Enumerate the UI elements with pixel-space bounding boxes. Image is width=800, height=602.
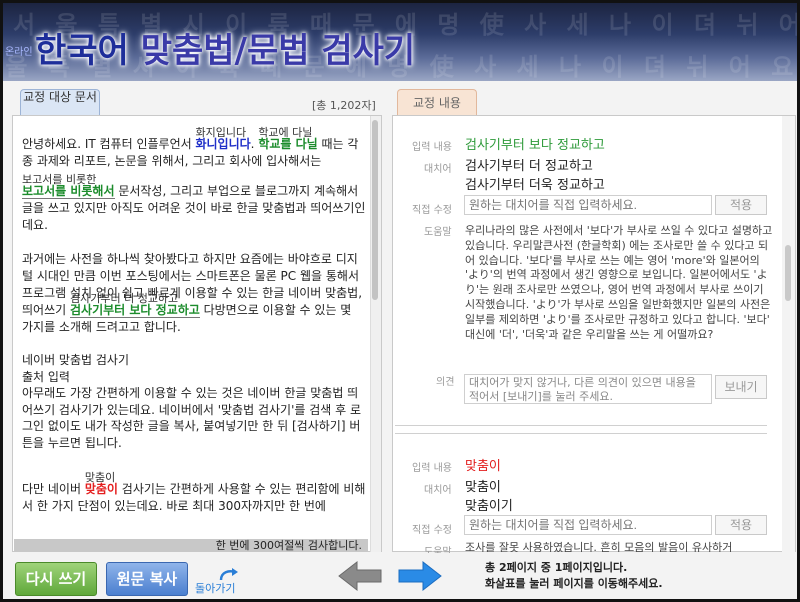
tab-corrections[interactable]: 교정 내용 [397, 89, 477, 117]
label-direct-edit: 직접 수정 [412, 205, 452, 216]
page-info-line-2: 화살표를 눌러 페이지를 이동해주세요. [485, 577, 663, 590]
tab-source-document[interactable]: 교정 대상 문서 [20, 89, 100, 117]
tooltip: 한 번에 300여절씩 검사합니다. [14, 539, 368, 552]
section-divider [395, 433, 767, 434]
text-paragraph: 아무래도 가장 간편하게 이용할 수 있는 것은 네이버 한글 맞춤법 띄어쓰기… [22, 386, 362, 450]
brand-label: 온라인 [5, 47, 33, 58]
error-word-3[interactable]: 보고서를 비롯한 보고서를 비롯해서 [22, 173, 115, 199]
page-info: 총 2페이지 중 1페이지입니다. 화살표를 눌러 페이지를 이동해주세요. [485, 560, 735, 592]
label-help: 도움말 [424, 227, 452, 238]
item1-replace-option-1[interactable]: 검사기부터 더 정교하고 [465, 155, 593, 174]
char-count: [총 1,202자] [312, 99, 376, 112]
item2-direct-edit-input[interactable] [464, 515, 712, 535]
label-input: 입력 내용 [412, 463, 452, 474]
text-segment: 다만 네이버 [22, 481, 85, 496]
back-label: 돌아가기 [195, 582, 236, 595]
next-page-arrow-icon[interactable] [397, 560, 443, 592]
item1-direct-edit-input[interactable] [464, 195, 712, 215]
item1-input: 검사기부터 보다 정교하고 [465, 138, 605, 153]
item1-apply-button[interactable]: 적용 [715, 195, 767, 215]
right-scrollbar-thumb[interactable] [785, 245, 791, 301]
item2-apply-button[interactable]: 적용 [715, 515, 767, 535]
title-part-2: 맞춤법/문법 검사기 [140, 31, 416, 71]
text-line: 네이버 맞춤법 검사기 [22, 353, 129, 367]
suggestion-1: 화지입니다 [195, 126, 247, 139]
error-word-2[interactable]: 학교에 다닐 학교를 다닐 [258, 126, 317, 151]
copy-original-button[interactable]: 원문 복사 [106, 562, 188, 596]
item1-opinion-input[interactable]: 대치어가 맞지 않거나, 다른 의견이 있으면 내용을 적어서 [보내기]를 눌… [464, 374, 712, 404]
error-word-1[interactable]: 화지입니다 화니입니다 [195, 126, 250, 151]
app-window: 서 울 특 별 시 이 륙 때 문 에 명 使 사 세 나 이 뎌 뉘 어 요 … [0, 0, 800, 602]
header-banner: 서 울 특 별 시 이 륙 때 문 에 명 使 사 세 나 이 뎌 뉘 어 요 … [3, 3, 797, 81]
label-opinion: 의견 [436, 377, 455, 388]
item1-send-button[interactable]: 보내기 [715, 375, 767, 399]
page-title: 한국어 맞춤법/문법 검사기 [35, 23, 415, 72]
item2-replace-option-2[interactable]: 맞춤이기 [465, 495, 513, 514]
label-replace: 대치어 [424, 485, 452, 496]
text-line: 출처 입력 [22, 369, 70, 384]
suggestion-3: 보고서를 비롯한 [22, 173, 97, 186]
back-link[interactable]: 돌아가기 [195, 566, 247, 596]
page-info-line-1: 총 2페이지 중 1페이지입니다. [485, 561, 628, 574]
item2-input: 맞춤이 [465, 459, 501, 474]
right-scrollbar[interactable] [782, 116, 795, 552]
item1-help-text: 우리나라의 많은 사전에서 '보다'가 부사로 쓰일 수 있다고 설명하고 있습… [465, 224, 773, 341]
text-segment: 안녕하세요. IT 컴퓨터 인플루언서 [22, 137, 196, 151]
label-replace: 대치어 [424, 164, 452, 175]
item2-replace-option-1[interactable]: 맞춤이 [465, 476, 501, 495]
error-word-4[interactable]: 검사기부터 더 정교하고 검사기부터 보다 정교하고 [69, 292, 200, 318]
suggestion-5: 맞춤이 [84, 470, 116, 484]
item2-help-text: 조사를 잘못 사용하였습니다. 흔히 모음의 발음이 유사하거 [465, 541, 733, 552]
item1-replace-option-2[interactable]: 검사기부터 더욱 정교하고 [465, 174, 605, 193]
error-word-5[interactable]: 맞춤이 맞춤이 [85, 471, 118, 496]
suggestion-2: 학교에 다닐 [258, 126, 313, 139]
left-scrollbar-thumb[interactable] [372, 120, 378, 300]
section-divider [395, 425, 767, 426]
label-input: 입력 내용 [412, 142, 452, 153]
suggestion-4: 검사기부터 더 정교하고 [69, 291, 179, 305]
prev-page-arrow-icon[interactable] [337, 560, 383, 592]
source-document-text: 안녕하세요. IT 컴퓨터 인플루언서 화지입니다 화니입니다. 학교에 다닐 학교… [22, 123, 366, 515]
title-part-1: 한국어 [35, 31, 141, 71]
label-direct-edit: 직접 수정 [412, 525, 452, 536]
rewrite-button[interactable]: 다시 쓰기 [15, 562, 97, 596]
